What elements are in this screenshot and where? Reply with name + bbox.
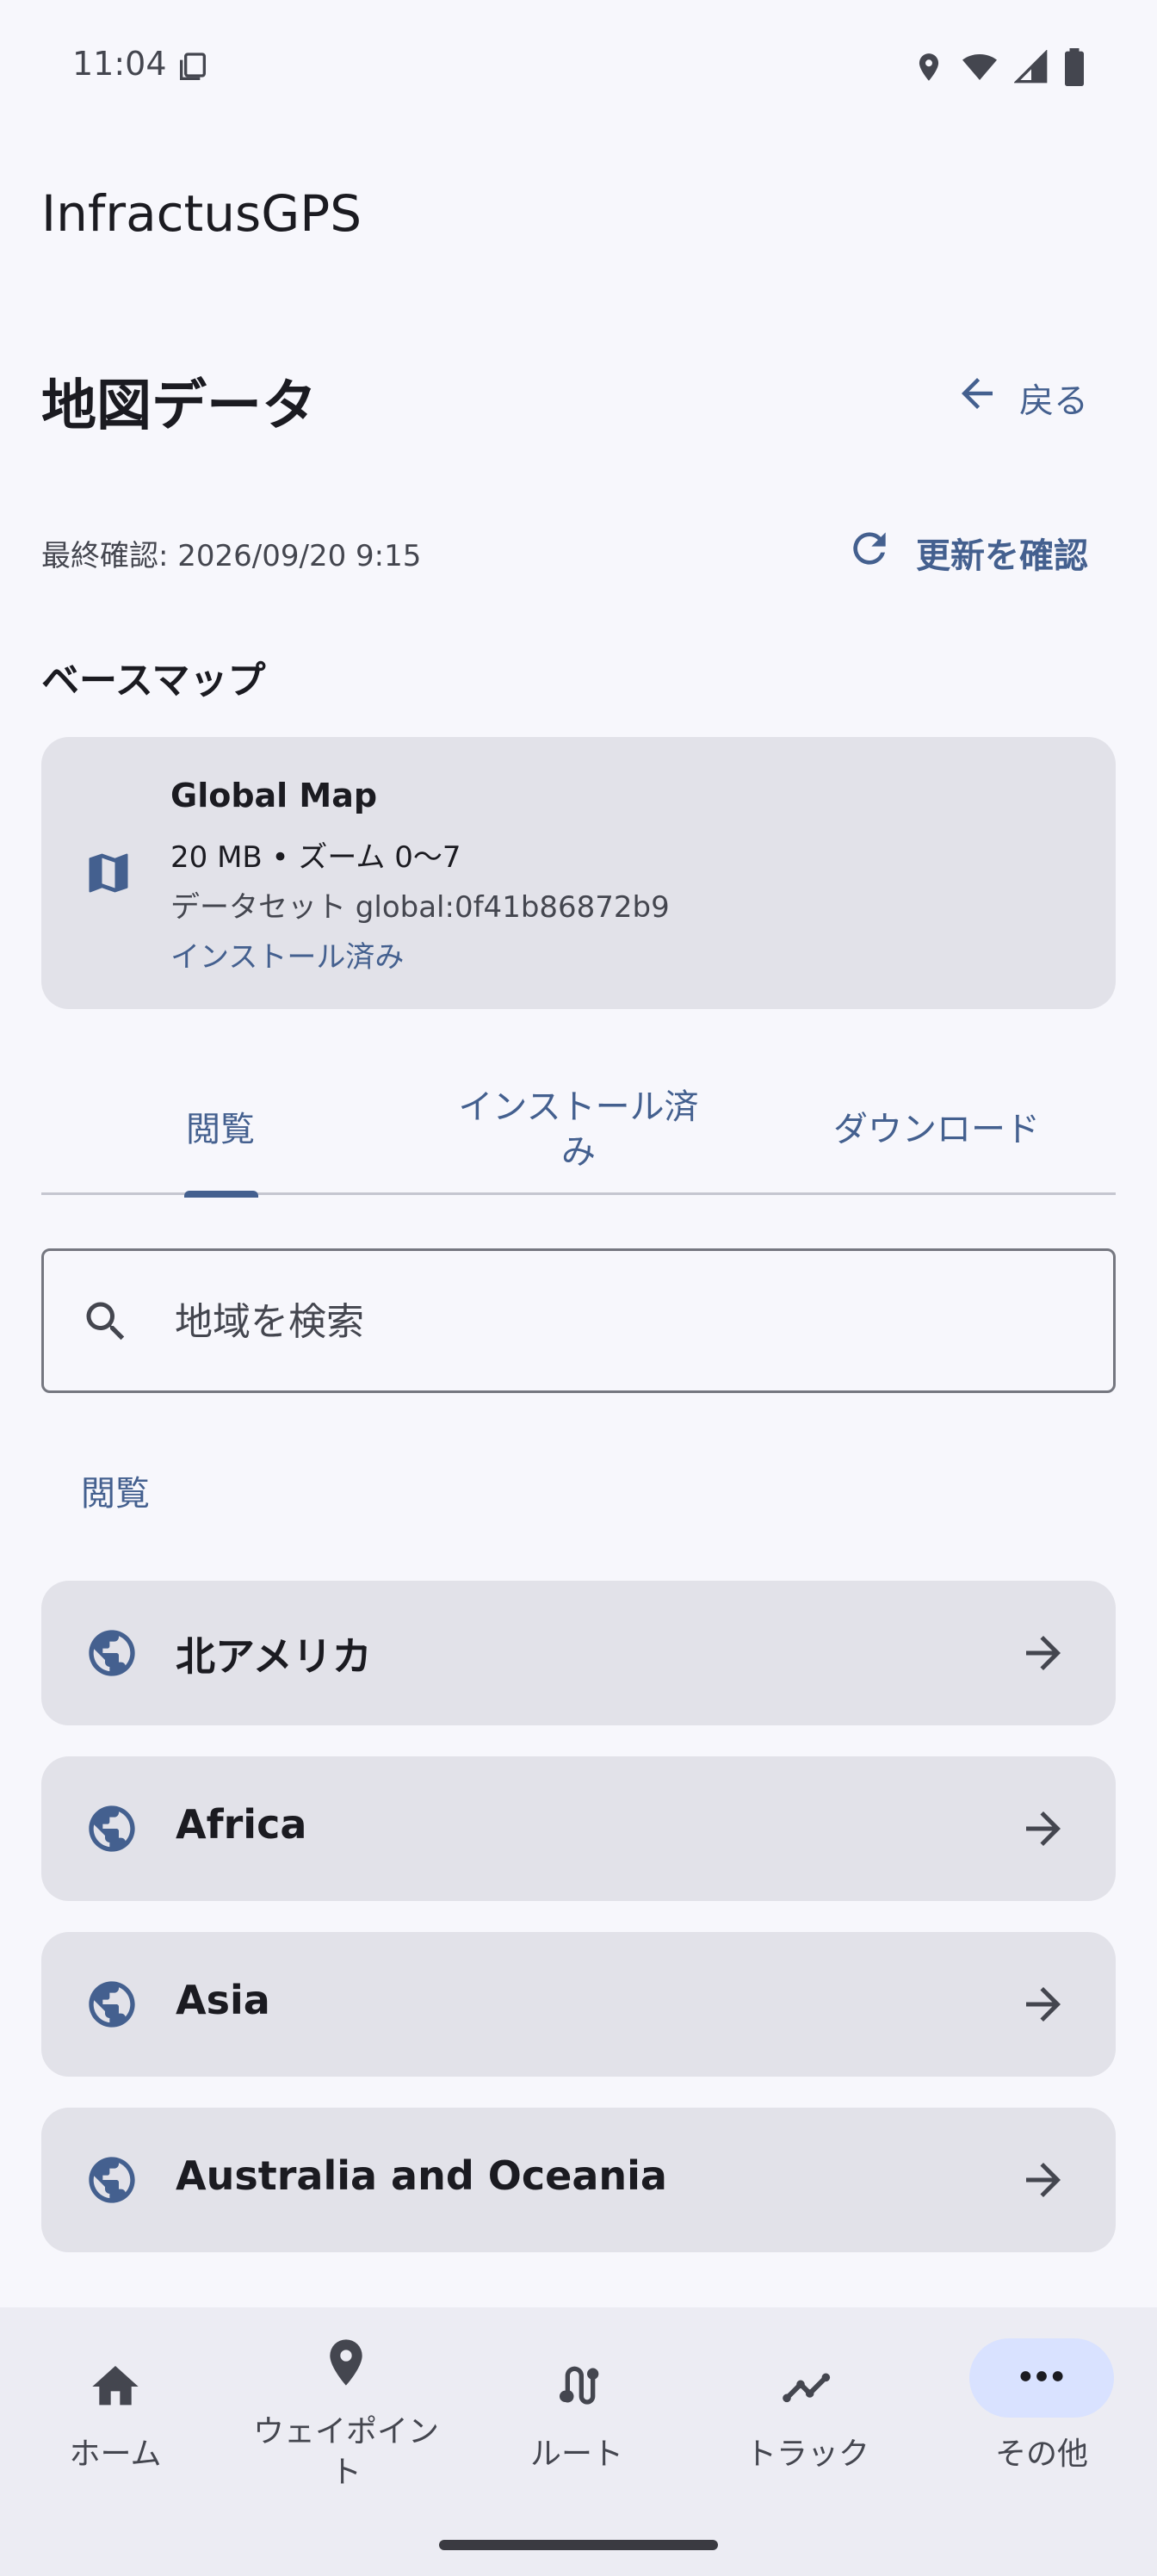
tab-browse[interactable]: 閲覧 (41, 1064, 399, 1198)
region-item-africa[interactable]: Africa (41, 1756, 1116, 1901)
back-button-label: 戻る (1019, 381, 1088, 421)
tab-indicator (184, 1191, 258, 1198)
tab-bar: 閲覧 インストール済み ダウンロード (41, 1064, 1116, 1198)
nav-tracks[interactable]: トラック (692, 2307, 923, 2514)
map-icon (83, 847, 134, 902)
home-gesture-bar[interactable] (439, 2540, 718, 2550)
tab-installed[interactable]: インストール済み (399, 1064, 758, 1195)
globe-icon (84, 1625, 139, 1684)
tab-download[interactable]: ダウンロード (758, 1064, 1116, 1195)
route-icon (549, 2357, 604, 2416)
status-bar: 11:04 (0, 0, 1157, 138)
nav-waypoints-label: ウェイポイント (252, 2414, 439, 2490)
arrow-forward-icon (1018, 1803, 1069, 1858)
region-label: Asia (176, 1977, 270, 2023)
basemap-name: Global Map (170, 777, 378, 814)
browse-section-label: 閲覧 (81, 1474, 150, 1514)
location-pin-icon (319, 2335, 374, 2393)
basemap-size: 20 MB • ズーム 0〜7 (170, 840, 461, 875)
signal-icon (1013, 49, 1049, 88)
region-item-australia-oceania[interactable]: Australia and Oceania (41, 2108, 1116, 2252)
home-icon (88, 2359, 143, 2418)
screenshot-notification-icon (176, 50, 210, 88)
check-updates-button[interactable]: 更新を確認 (845, 520, 1088, 585)
region-item-asia[interactable]: Asia (41, 1932, 1116, 2077)
search-icon (80, 1296, 132, 1351)
region-item-north-america[interactable]: 北アメリカ (41, 1581, 1116, 1725)
more-icon (1014, 2356, 1069, 2400)
tab-download-label: ダウンロード (833, 1110, 1040, 1149)
last-checked-text: 最終確認: 2026/09/20 9:15 (41, 539, 422, 573)
location-icon (913, 49, 945, 89)
nav-waypoints[interactable]: ウェイポイント (231, 2307, 461, 2514)
arrow-back-icon (954, 370, 1000, 425)
refresh-icon (845, 524, 894, 581)
status-time: 11:04 (72, 45, 167, 83)
arrow-forward-icon (1018, 1627, 1069, 1682)
region-label: Australia and Oceania (176, 2152, 667, 2199)
map-data-screen: 11:04 InfractusGPS 地図データ 戻る 最終確認: 2026/0… (0, 0, 1157, 2576)
globe-icon (84, 1801, 139, 1860)
basemap-status: インストール済み (170, 940, 405, 975)
region-search-box[interactable] (41, 1248, 1116, 1393)
status-icons (913, 48, 1085, 90)
globe-icon (84, 1977, 139, 2035)
basemap-card[interactable]: Global Map 20 MB • ズーム 0〜7 データセット global… (41, 737, 1116, 1009)
nav-home[interactable]: ホーム (0, 2307, 231, 2514)
globe-icon (84, 2152, 139, 2211)
app-title: InfractusGPS (41, 184, 362, 243)
wifi-icon (961, 50, 999, 88)
basemap-heading: ベースマップ (41, 659, 266, 703)
track-icon (780, 2359, 835, 2418)
nav-tracks-label: トラック (745, 2437, 869, 2472)
nav-home-label: ホーム (69, 2437, 162, 2472)
nav-more-label: その他 (994, 2437, 1088, 2472)
battery-icon (1064, 48, 1085, 90)
bottom-navigation: ホーム ウェイポイント ルート トラック その他 (0, 2307, 1157, 2576)
page-title: 地図データ (41, 375, 317, 438)
basemap-dataset: データセット global:0f41b86872b9 (170, 890, 670, 925)
region-label: 北アメリカ (176, 1633, 372, 1680)
region-search-input[interactable] (175, 1285, 1036, 1358)
arrow-forward-icon (1018, 2154, 1069, 2209)
tab-installed-label: インストール済み (458, 1087, 699, 1172)
back-button[interactable]: 戻る (954, 362, 1088, 434)
region-label: Africa (176, 1801, 307, 1848)
nav-more[interactable]: その他 (926, 2307, 1157, 2514)
nav-routes-label: ルート (529, 2437, 623, 2472)
tab-browse-label: 閲覧 (186, 1110, 255, 1149)
nav-routes[interactable]: ルート (461, 2307, 692, 2514)
arrow-forward-icon (1018, 1978, 1069, 2034)
check-updates-label: 更新を確認 (916, 536, 1088, 576)
